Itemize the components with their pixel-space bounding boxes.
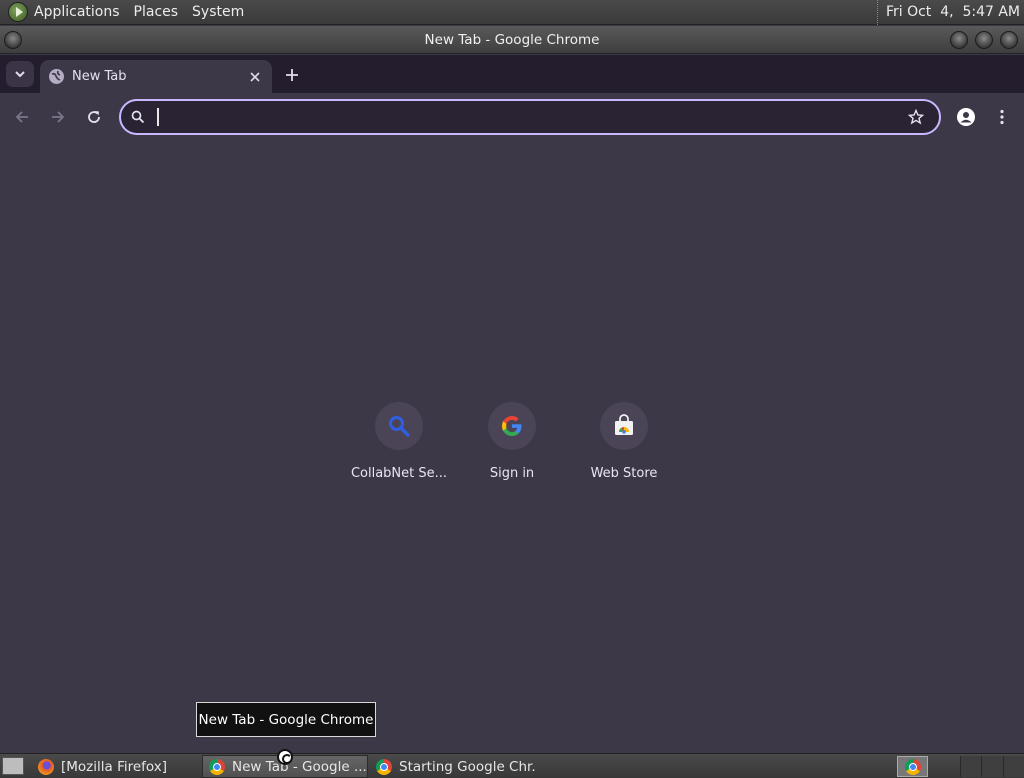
minimize-button[interactable] bbox=[950, 31, 968, 49]
back-arrow-icon bbox=[15, 111, 28, 123]
profile-button[interactable] bbox=[954, 105, 978, 129]
applications-menu[interactable]: Applications bbox=[0, 0, 127, 25]
tab-label: New Tab bbox=[72, 69, 127, 84]
profile-avatar-icon bbox=[957, 108, 975, 126]
tab-strip: New Tab bbox=[0, 55, 1024, 93]
chrome-menu-button[interactable] bbox=[990, 105, 1014, 129]
search-icon bbox=[130, 109, 146, 125]
shortcut-sign-in[interactable]: Sign in bbox=[456, 402, 568, 492]
close-icon bbox=[250, 72, 260, 82]
chrome-icon bbox=[904, 758, 921, 775]
bookmark-star-button[interactable] bbox=[907, 108, 925, 126]
chrome-icon bbox=[209, 758, 225, 775]
back-button[interactable] bbox=[10, 105, 34, 129]
shortcut-icon-tile bbox=[600, 402, 648, 450]
workspace-1[interactable] bbox=[960, 756, 982, 777]
window-menu-button[interactable] bbox=[4, 31, 22, 49]
close-tab-button[interactable] bbox=[247, 69, 263, 85]
busy-cursor-icon bbox=[277, 749, 293, 765]
reload-button[interactable] bbox=[82, 105, 106, 129]
shortcut-label: Web Store bbox=[590, 466, 658, 481]
shortcut-label: Sign in bbox=[489, 466, 535, 481]
taskbar-item-label: [Mozilla Firefox] bbox=[61, 758, 168, 775]
top-panel: Applications Places System Fri Oct 4, 5:… bbox=[0, 0, 1024, 25]
shortcut-collabnet[interactable]: CollabNet Se... bbox=[343, 402, 455, 492]
workspace-3[interactable] bbox=[1002, 756, 1024, 777]
system-menu[interactable]: System bbox=[185, 0, 251, 25]
web-store-icon bbox=[615, 414, 633, 435]
google-g-icon bbox=[502, 416, 522, 436]
address-input[interactable] bbox=[155, 106, 895, 128]
new-tab-page: CollabNet Se... Sign in Web Store bbox=[0, 140, 1024, 753]
desktop: Applications Places System Fri Oct 4, 5:… bbox=[0, 0, 1024, 778]
new-tab-button[interactable] bbox=[280, 63, 304, 87]
places-menu-label: Places bbox=[133, 4, 179, 20]
show-desktop-button[interactable] bbox=[2, 757, 24, 775]
text-caret bbox=[157, 108, 159, 126]
kebab-menu-icon bbox=[1000, 109, 1004, 125]
taskbar-item-label: New Tab - Google ... bbox=[232, 758, 367, 775]
workspace-switcher[interactable] bbox=[960, 756, 1024, 777]
omnibox[interactable] bbox=[119, 99, 941, 135]
shortcut-icon-tile bbox=[488, 402, 536, 450]
globe-icon bbox=[49, 69, 64, 84]
plus-icon bbox=[286, 69, 298, 81]
chevron-down-icon bbox=[15, 71, 25, 78]
shortcut-icon-tile bbox=[375, 402, 423, 450]
taskbar-item-starting-chrome[interactable]: Starting Google Chr... bbox=[370, 755, 536, 778]
bottom-panel: [Mozilla Firefox] New Tab - Google ... S… bbox=[0, 753, 1024, 778]
tab-search-button[interactable] bbox=[6, 61, 34, 87]
search-icon bbox=[389, 416, 410, 437]
taskbar-item-firefox[interactable]: [Mozilla Firefox] bbox=[32, 755, 198, 778]
forward-arrow-icon bbox=[52, 111, 65, 123]
firefox-icon bbox=[38, 758, 54, 775]
workspace-2[interactable] bbox=[981, 756, 1003, 777]
clock[interactable]: Fri Oct 4, 5:47 AM bbox=[876, 0, 1020, 25]
close-window-button[interactable] bbox=[1000, 31, 1018, 49]
taskbar-item-label: Starting Google Chr... bbox=[399, 758, 536, 775]
tray-chrome-button[interactable] bbox=[897, 756, 928, 777]
tab-new-tab[interactable]: New Tab bbox=[40, 60, 272, 93]
chrome-icon bbox=[376, 758, 392, 775]
places-menu[interactable]: Places bbox=[127, 0, 186, 25]
window-title-bar[interactable]: New Tab - Google Chrome bbox=[0, 26, 1024, 54]
taskbar-tooltip: New Tab - Google Chrome bbox=[196, 702, 376, 737]
system-menu-label: System bbox=[192, 4, 245, 20]
window-title: New Tab - Google Chrome bbox=[424, 31, 600, 48]
star-icon bbox=[908, 109, 924, 125]
shortcut-web-store[interactable]: Web Store bbox=[568, 402, 680, 492]
browser-toolbar bbox=[0, 93, 1024, 140]
maximize-button[interactable] bbox=[975, 31, 993, 49]
reload-icon bbox=[88, 111, 100, 123]
applications-menu-label: Applications bbox=[34, 4, 120, 20]
forward-button[interactable] bbox=[46, 105, 70, 129]
shortcut-label: CollabNet Se... bbox=[350, 466, 448, 481]
gnome-foot-icon bbox=[8, 2, 28, 22]
